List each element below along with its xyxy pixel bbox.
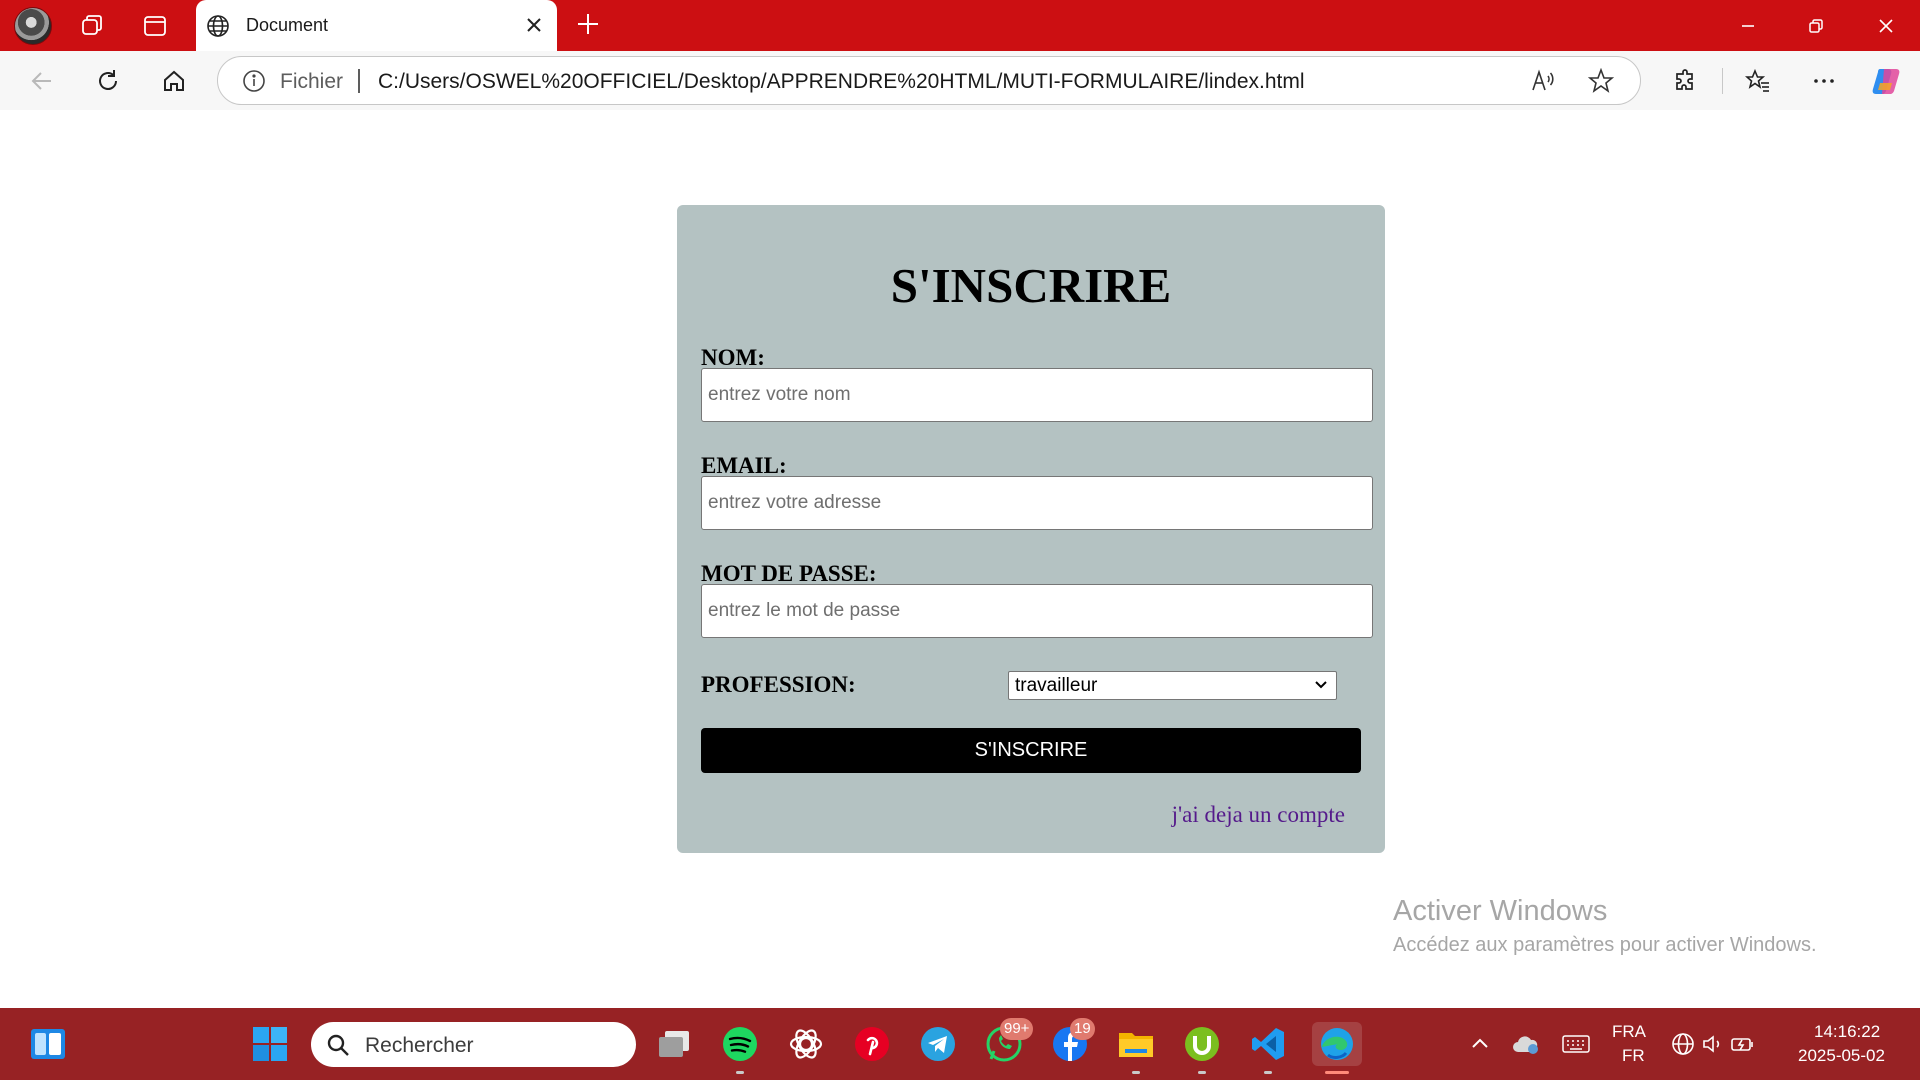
read-aloud-icon[interactable] <box>1529 67 1557 95</box>
close-tab-icon[interactable] <box>521 12 547 38</box>
telegram-icon[interactable] <box>916 1022 960 1066</box>
running-indicator <box>1264 1071 1272 1074</box>
address-url[interactable]: C:/Users/OSWEL%20OFFICIEL/Desktop/APPREN… <box>378 70 1305 94</box>
profession-label: PROFESSION: <box>701 672 856 697</box>
network-globe-icon[interactable] <box>1668 1022 1698 1066</box>
edge-icon[interactable] <box>1312 1022 1362 1074</box>
new-tab-button[interactable] <box>570 8 606 44</box>
keyboard-icon[interactable] <box>1554 1022 1598 1066</box>
taskbar-search[interactable]: Rechercher <box>311 1022 636 1067</box>
pinterest-icon[interactable] <box>850 1022 894 1066</box>
battery-charging-icon[interactable] <box>1728 1022 1758 1066</box>
copilot-icon[interactable] <box>1866 61 1906 101</box>
password-input[interactable] <box>701 584 1373 638</box>
whatsapp-icon[interactable]: 99+ <box>982 1018 1034 1066</box>
activation-watermark-title: Activer Windows <box>1393 895 1608 927</box>
form-title: S'INSCRIRE <box>890 258 1172 313</box>
browser-toolbar: Fichier C:/Users/OSWEL%20OFFICIEL/Deskto… <box>0 51 1920 110</box>
whatsapp-badge: 99+ <box>1000 1018 1034 1040</box>
existing-account-link[interactable]: j'ai deja un compte <box>1172 802 1345 828</box>
clock-time[interactable]: 14:16:22 <box>1814 1022 1880 1042</box>
facebook-icon[interactable]: 19 <box>1048 1018 1095 1066</box>
chatgpt-icon[interactable] <box>784 1022 828 1066</box>
address-separator <box>358 69 360 93</box>
favorite-star-icon[interactable] <box>1587 67 1615 95</box>
minimize-button[interactable] <box>1714 0 1782 51</box>
toolbar-divider <box>1722 68 1723 94</box>
onedrive-cloud-icon[interactable] <box>1504 1022 1548 1066</box>
submit-button[interactable]: S'INSCRIRE <box>701 728 1361 773</box>
clock-date[interactable]: 2025-05-02 <box>1798 1046 1885 1066</box>
tab-title: Document <box>246 15 329 35</box>
close-window-button[interactable] <box>1852 0 1920 51</box>
utorrent-icon[interactable] <box>1180 1022 1224 1074</box>
active-indicator <box>1325 1071 1349 1074</box>
running-indicator <box>1198 1071 1206 1074</box>
nom-input[interactable] <box>701 368 1373 422</box>
back-arrow-icon[interactable] <box>22 61 62 101</box>
file-explorer-icon[interactable] <box>1114 1022 1158 1074</box>
search-placeholder: Rechercher <box>365 1034 474 1057</box>
favorites-icon[interactable] <box>1738 61 1778 101</box>
workspaces-icon[interactable] <box>75 8 111 44</box>
activation-watermark-subtitle: Accédez aux paramètres pour activer Wind… <box>1393 934 1817 956</box>
running-indicator <box>1132 1071 1140 1074</box>
show-hidden-icons-chevron-icon[interactable] <box>1458 1022 1502 1066</box>
running-indicator <box>736 1071 744 1074</box>
refresh-icon[interactable] <box>88 61 128 101</box>
email-input[interactable] <box>701 476 1373 530</box>
tab-actions-icon[interactable] <box>137 8 173 44</box>
chevron-down-icon <box>1315 681 1327 689</box>
signup-form-card: S'INSCRIRE NOM: EMAIL: MOT DE PASSE: PRO… <box>677 205 1385 853</box>
widgets-icon[interactable] <box>26 1022 70 1066</box>
more-options-icon[interactable] <box>1804 61 1844 101</box>
keyboard-layout-indicator[interactable]: FR <box>1622 1046 1645 1066</box>
start-windows-icon[interactable] <box>248 1022 292 1066</box>
globe-icon <box>206 14 230 38</box>
facebook-badge: 19 <box>1070 1018 1095 1040</box>
address-scheme-label: Fichier <box>280 70 344 93</box>
profile-avatar[interactable] <box>14 7 52 45</box>
page-viewport: S'INSCRIRE NOM: EMAIL: MOT DE PASSE: PRO… <box>6 112 1914 1002</box>
task-view-icon[interactable] <box>652 1022 696 1066</box>
language-indicator[interactable]: FRA <box>1612 1022 1646 1042</box>
search-icon <box>325 1032 351 1058</box>
profession-selected-value: travailleur <box>1015 675 1098 696</box>
spotify-icon[interactable] <box>718 1022 762 1074</box>
address-bar[interactable]: Fichier C:/Users/OSWEL%20OFFICIEL/Deskto… <box>217 56 1641 105</box>
profession-select[interactable]: travailleur <box>1008 671 1337 700</box>
volume-icon[interactable] <box>1698 1022 1728 1066</box>
home-icon[interactable] <box>154 61 194 101</box>
restore-button[interactable] <box>1782 0 1850 51</box>
active-tab[interactable]: Document <box>196 0 557 51</box>
browser-title-bar: Document <box>0 0 1920 51</box>
vscode-icon[interactable] <box>1246 1022 1290 1074</box>
info-icon[interactable] <box>242 69 266 93</box>
taskbar: Rechercher 99+ 19 FRA FR 14:16:22 2025-0… <box>0 1008 1920 1080</box>
extensions-icon[interactable] <box>1666 61 1706 101</box>
